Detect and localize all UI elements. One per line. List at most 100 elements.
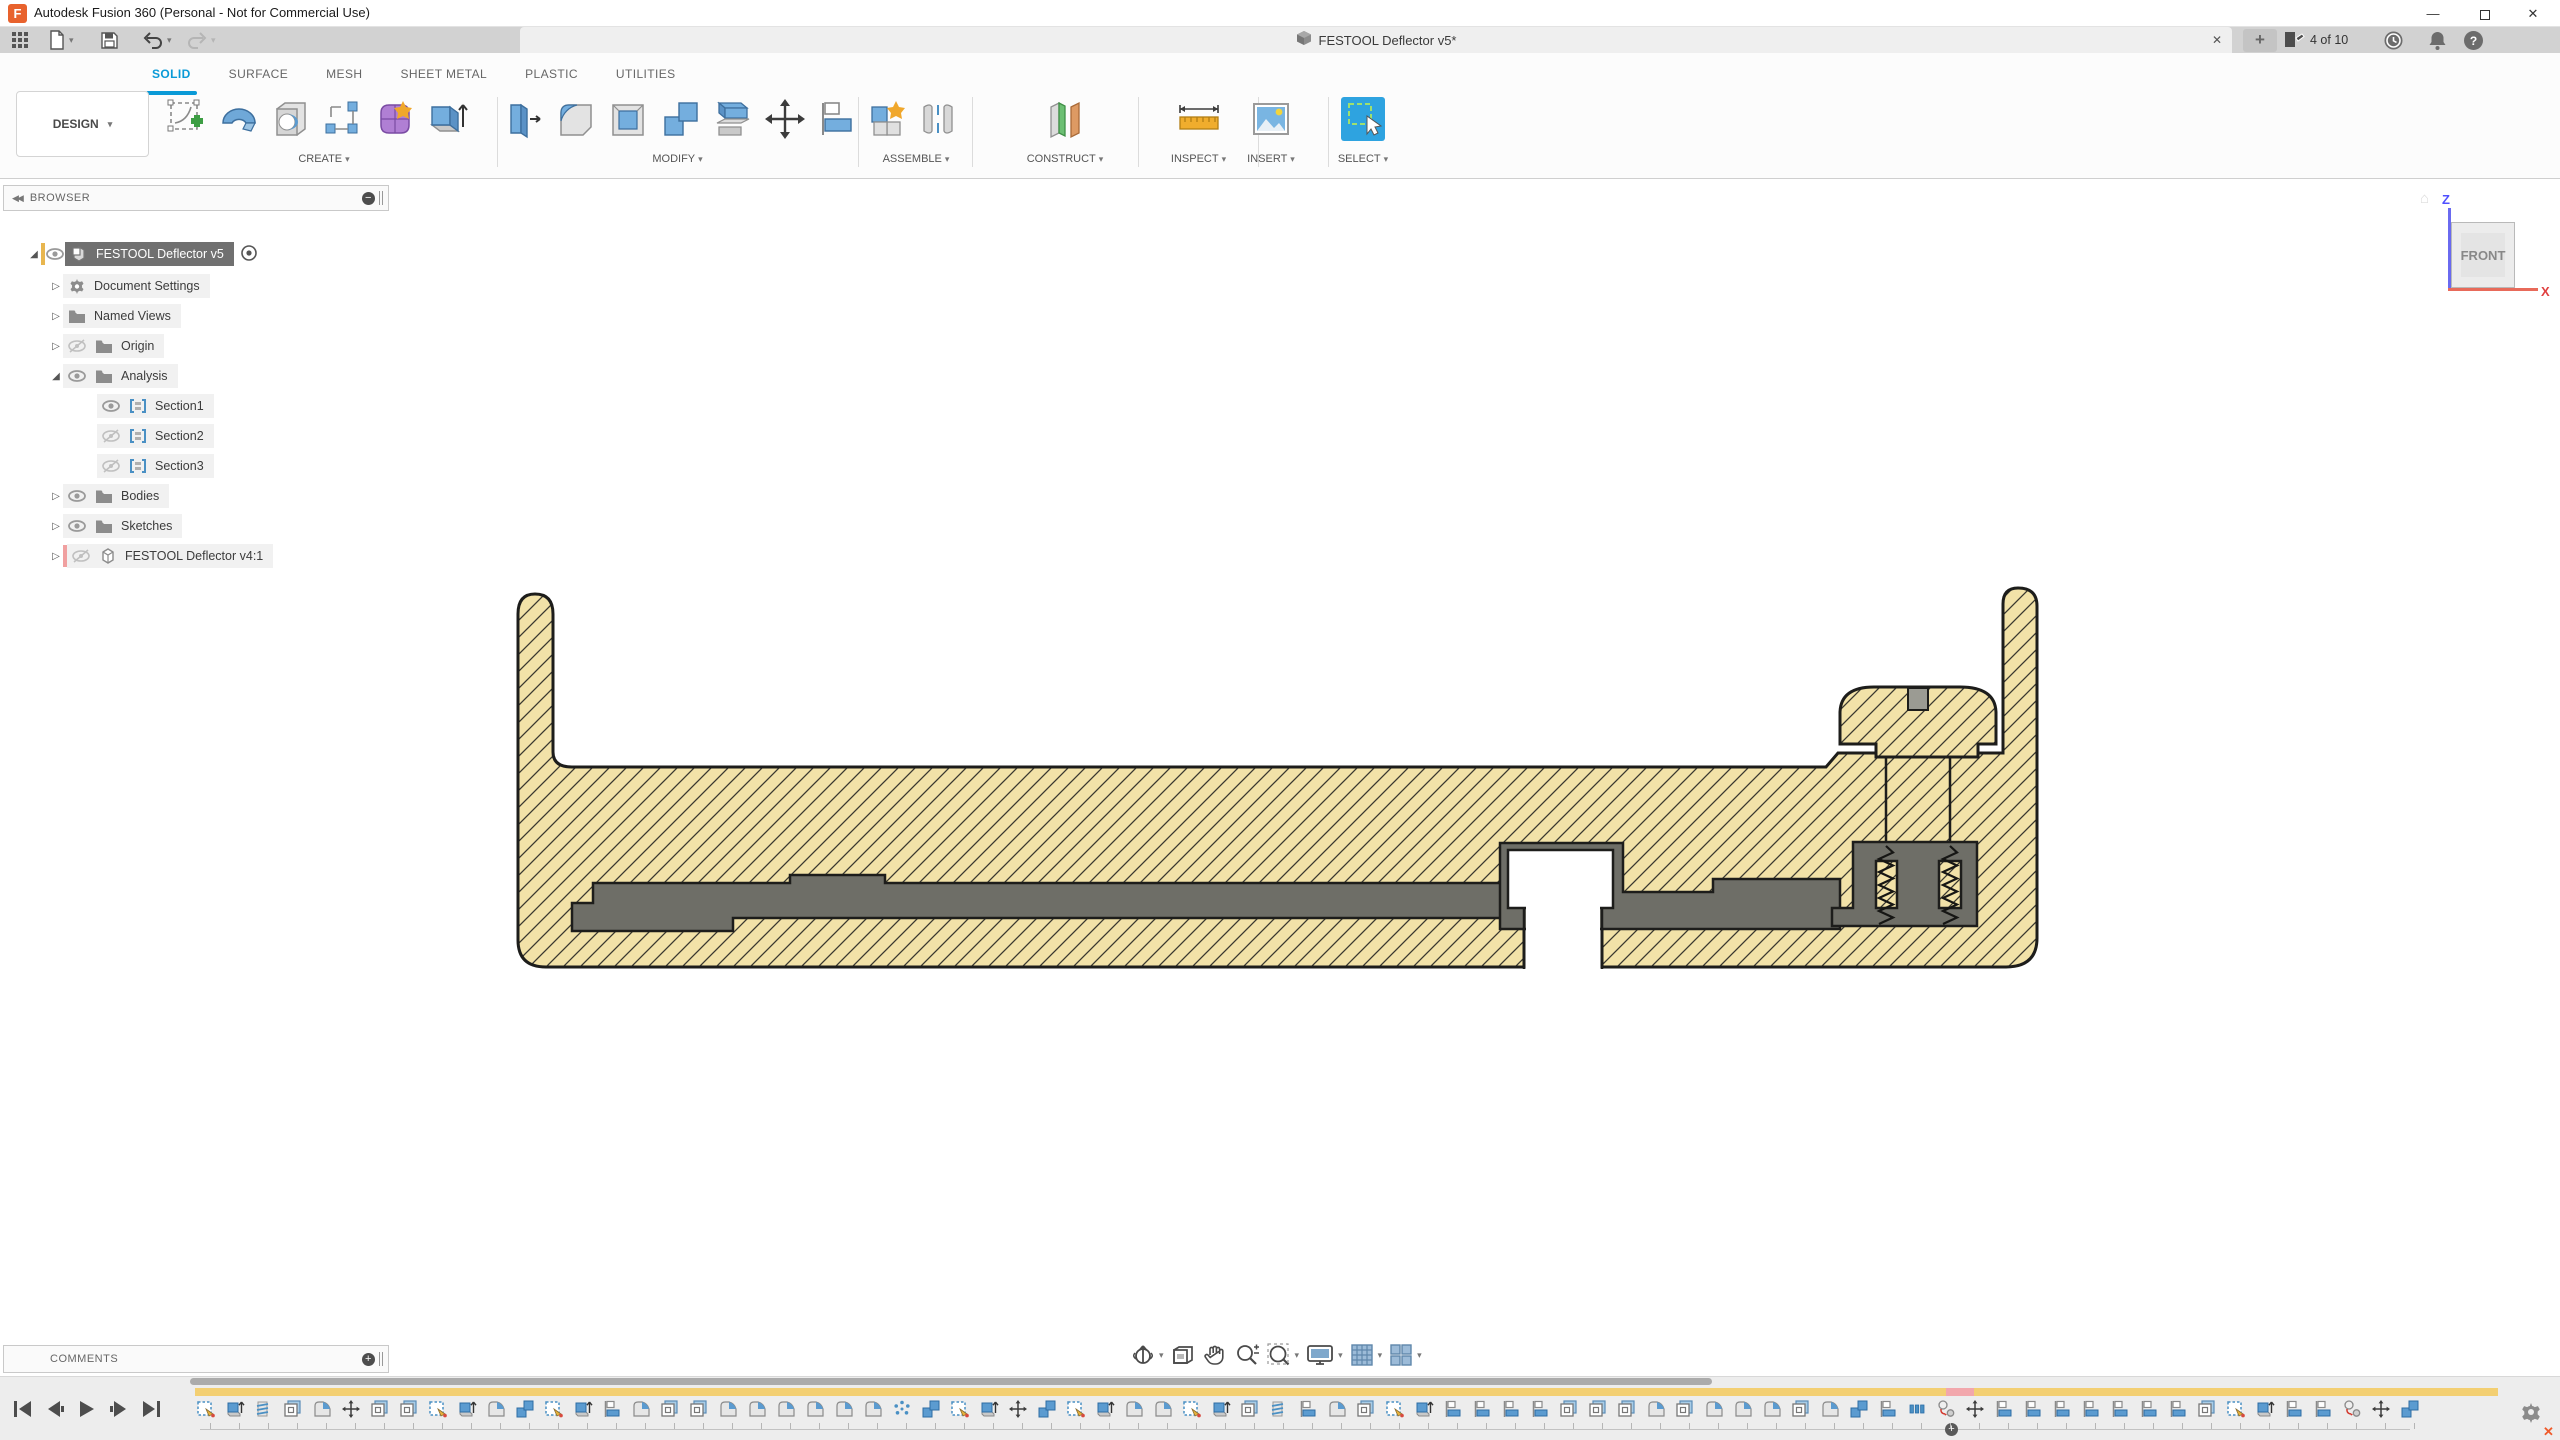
timeline-feature-align-icon[interactable] (1472, 1399, 1494, 1421)
row-pill[interactable]: Sketches (63, 514, 182, 538)
create-sketch-icon[interactable] (165, 97, 209, 146)
timeline-feature-align-icon[interactable] (1878, 1399, 1900, 1421)
browser-row-analysis[interactable]: ◢Analysis (3, 363, 178, 389)
browser-row-festool-deflector-v4-1[interactable]: ▷FESTOOL Deflector v4:1 (3, 543, 273, 569)
timeline-feature-extrude-icon[interactable] (457, 1399, 479, 1421)
timeline-feature-offset-icon[interactable] (370, 1399, 392, 1421)
timeline-feature-extrude-icon[interactable] (1211, 1399, 1233, 1421)
timeline-feature-sketch-icon[interactable] (1182, 1399, 1204, 1421)
eye-hidden-icon[interactable] (67, 337, 87, 355)
measure-icon[interactable] (1176, 97, 1222, 146)
viewcube-front-face[interactable]: FRONT (2451, 222, 2515, 288)
timeline-feature-fillet-icon[interactable] (486, 1399, 508, 1421)
workspace-tab-plastic[interactable]: PLASTIC (523, 61, 580, 93)
timeline-position-marker[interactable]: + (1945, 1423, 1958, 1436)
row-pill[interactable]: Named Views (63, 304, 181, 328)
row-pill[interactable]: Section1 (97, 394, 214, 418)
timeline-feature-sketch-icon[interactable] (196, 1399, 218, 1421)
timeline-feature-sketch-icon[interactable] (428, 1399, 450, 1421)
timeline-feature-offset-icon[interactable] (2197, 1399, 2219, 1421)
redo-icon-disabled[interactable]: ▾ (186, 30, 216, 50)
playback-step-back-button[interactable] (44, 1399, 66, 1424)
timeline-feature-align-icon[interactable] (2284, 1399, 2306, 1421)
timeline-feature-offset-icon[interactable] (399, 1399, 421, 1421)
timeline-feature-combine-icon[interactable] (2400, 1399, 2422, 1421)
timeline-feature-fillet-icon[interactable] (776, 1399, 798, 1421)
insert-group-label[interactable]: INSERT▾ (1222, 153, 1320, 165)
timeline-feature-align-icon[interactable] (2110, 1399, 2132, 1421)
expander-icon[interactable]: ▷ (49, 311, 63, 322)
eye-hidden-icon[interactable] (101, 457, 121, 475)
timeline-feature-fillet-icon[interactable] (1762, 1399, 1784, 1421)
eye-hidden-icon[interactable] (101, 427, 121, 445)
browser-row-bodies[interactable]: ▷Bodies (3, 483, 169, 509)
timeline-feature-align-icon[interactable] (602, 1399, 624, 1421)
expander-icon[interactable]: ▷ (49, 521, 63, 532)
timeline-feature-joint-icon[interactable] (1936, 1399, 1958, 1421)
panel-minimize-icon[interactable]: − (362, 192, 375, 205)
row-pill[interactable]: Section3 (97, 454, 214, 478)
grid-tool-icon[interactable]: ▾ (1349, 1342, 1383, 1368)
playback-step-forward-button[interactable] (108, 1399, 130, 1424)
timeline-feature-sketch-icon[interactable] (950, 1399, 972, 1421)
browser-row-sketches[interactable]: ▷Sketches (3, 513, 182, 539)
expander-icon[interactable]: ◢ (49, 371, 63, 382)
timeline-feature-fillet-icon[interactable] (1733, 1399, 1755, 1421)
orbit-tool-icon[interactable]: ▾ (1130, 1342, 1164, 1368)
close-button[interactable]: ✕ (2510, 0, 2556, 27)
viewports-tool-icon[interactable]: ▾ (1388, 1342, 1422, 1368)
timeline-feature-sketch-icon[interactable] (1385, 1399, 1407, 1421)
workspace-tab-mesh[interactable]: MESH (324, 61, 364, 93)
root-pill[interactable]: FESTOOL Deflector v5 (65, 242, 234, 266)
timeline-settings-gear-icon[interactable] (2518, 1399, 2544, 1430)
eye-visible-icon[interactable] (67, 367, 87, 385)
browser-panel-header[interactable]: ◀◀ BROWSER − (3, 185, 389, 211)
create-group-label[interactable]: CREATE▾ (165, 153, 483, 165)
assemble-group-label[interactable]: ASSEMBLE▾ (866, 153, 966, 165)
timeline-feature-thread-icon[interactable] (254, 1399, 276, 1421)
eye-visible-icon[interactable] (101, 397, 121, 415)
job-status-icon[interactable] (2283, 30, 2305, 50)
timeline-feature-sketch-icon[interactable] (2226, 1399, 2248, 1421)
timeline-feature-fillet-icon[interactable] (1646, 1399, 1668, 1421)
timeline-feature-move-icon[interactable] (1008, 1399, 1030, 1421)
row-pill[interactable]: Analysis (63, 364, 178, 388)
dock-close-icon[interactable]: ✕ (2543, 1424, 2554, 1440)
select-tool-icon[interactable] (1340, 96, 1386, 147)
workspace-tab-solid[interactable]: SOLID (150, 61, 193, 93)
eye-visible-icon[interactable] (45, 245, 65, 263)
add-comment-icon[interactable]: + (362, 1353, 375, 1366)
playback-skip-end-button[interactable] (140, 1399, 162, 1424)
expander-icon[interactable]: ▷ (49, 491, 63, 502)
timeline-feature-offset-icon[interactable] (1240, 1399, 1262, 1421)
timeline-feature-align-icon[interactable] (1443, 1399, 1465, 1421)
workspace-tab-sheet-metal[interactable]: SHEET METAL (398, 61, 489, 93)
timeline-feature-fillet-icon[interactable] (1820, 1399, 1842, 1421)
lookat-tool-icon[interactable] (1170, 1342, 1196, 1368)
timeline-feature-fillet-icon[interactable] (1327, 1399, 1349, 1421)
insert-image-icon[interactable] (1249, 97, 1293, 146)
expander-icon[interactable]: ▷ (49, 551, 63, 562)
timeline-feature-offset-icon[interactable] (1791, 1399, 1813, 1421)
app-grid-menu-icon[interactable] (10, 30, 30, 50)
timeline-feature-combine-icon[interactable] (921, 1399, 943, 1421)
construct-plane-icon[interactable] (1043, 97, 1087, 146)
timeline-feature-fillet-icon[interactable] (631, 1399, 653, 1421)
construct-group-label[interactable]: CONSTRUCT▾ (1000, 153, 1130, 165)
timeline-feature-combine-icon[interactable] (1849, 1399, 1871, 1421)
file-menu-icon[interactable]: ▾ (48, 30, 74, 50)
row-pill[interactable]: Document Settings (63, 274, 210, 298)
shell-icon[interactable] (607, 97, 651, 146)
timeline-feature-joint-icon[interactable] (2342, 1399, 2364, 1421)
revolve-icon[interactable] (217, 97, 261, 146)
timeline-feature-extrude-icon[interactable] (1095, 1399, 1117, 1421)
row-pill[interactable]: Origin (63, 334, 164, 358)
browser-root-row[interactable]: ◢FESTOOL Deflector v5 (3, 241, 258, 267)
fillet-icon[interactable] (555, 97, 599, 146)
timeline-feature-sketch-icon[interactable] (544, 1399, 566, 1421)
timeline-feature-extrude-icon[interactable] (225, 1399, 247, 1421)
timeline-feature-fillet-icon[interactable] (1124, 1399, 1146, 1421)
timeline-feature-fillet-icon[interactable] (1704, 1399, 1726, 1421)
expander-icon[interactable]: ▷ (49, 341, 63, 352)
timeline-feature-pattern-dots-icon[interactable] (892, 1399, 914, 1421)
